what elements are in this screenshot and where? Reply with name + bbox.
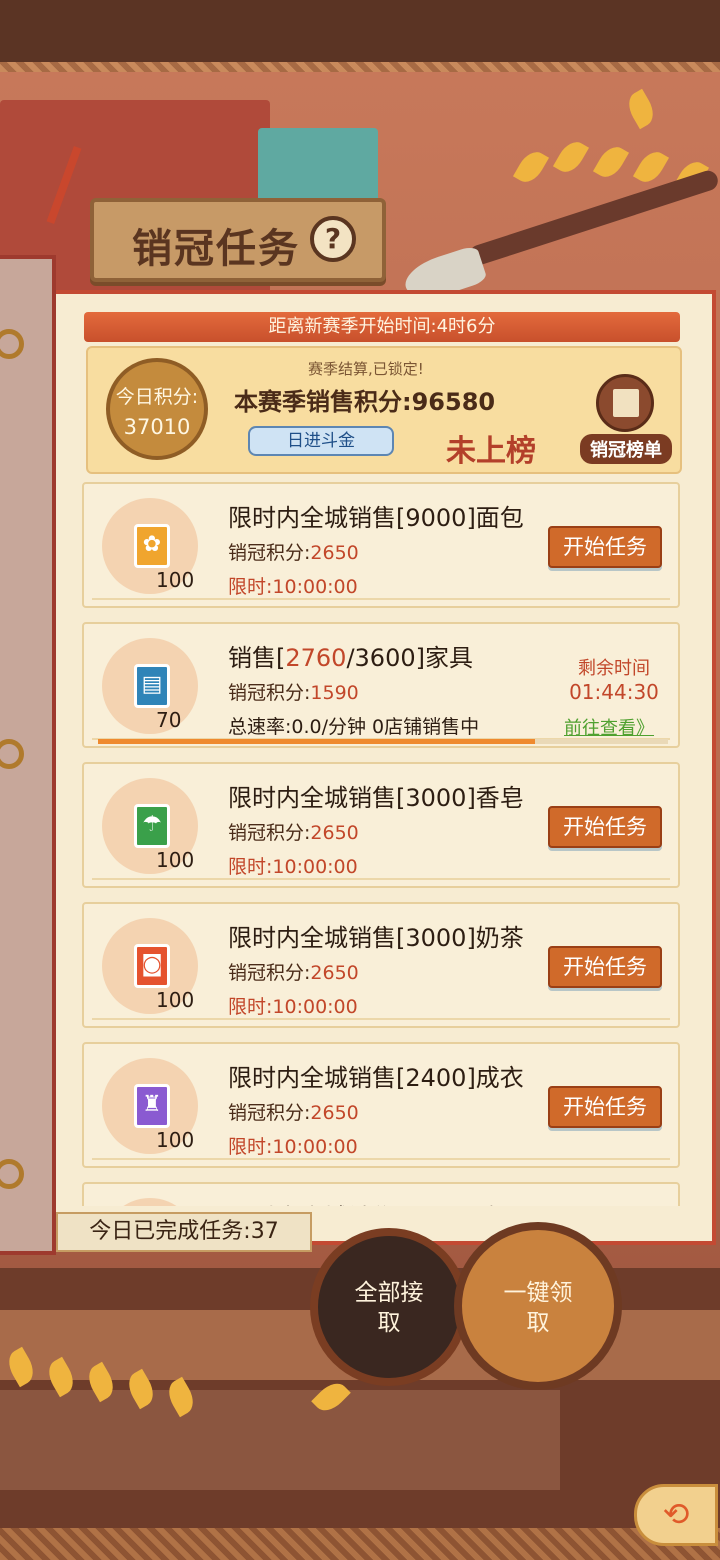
task-count: 100 bbox=[156, 988, 195, 1012]
task-title: 限时内全城销售[2400]鸡蛋 bbox=[228, 1198, 524, 1206]
task-card-partial: 限时内全城销售[2400]鸡蛋 bbox=[82, 1182, 680, 1206]
task-title-prefix: 销售[ bbox=[228, 644, 286, 672]
back-icon[interactable]: ⟲ bbox=[634, 1484, 718, 1546]
clothes-icon: ♜ bbox=[134, 1084, 170, 1128]
task-progress-fill bbox=[98, 739, 536, 744]
milk-tea-icon: ◙ bbox=[134, 944, 170, 988]
start-task-button[interactable]: 开始任务 bbox=[548, 1086, 662, 1128]
task-time-limit: 限时:10:00:00 bbox=[228, 1136, 358, 1158]
completed-tasks-counter: 今日已完成任务:37 bbox=[56, 1212, 312, 1252]
task-title-suffix: /3600]家具 bbox=[346, 644, 473, 672]
task-points-label: 销冠积分: bbox=[228, 542, 311, 564]
wheat-icon: ✿ bbox=[134, 524, 170, 568]
help-icon[interactable]: ? bbox=[310, 216, 356, 262]
task-count: 100 bbox=[156, 1128, 195, 1152]
accept-all-button[interactable]: 全部接取 bbox=[310, 1228, 468, 1386]
task-sales-rate: 总速率:0.0/分钟 0店铺销售中 bbox=[228, 716, 480, 738]
scroll-icon bbox=[596, 374, 654, 432]
task-title: 限时内全城销售[3000]奶茶 bbox=[228, 924, 524, 952]
rank-status: 未上榜 bbox=[446, 434, 536, 469]
remaining-time-label: 剩余时间 bbox=[578, 658, 650, 679]
task-points-value: 1590 bbox=[310, 682, 359, 704]
start-task-button[interactable]: 开始任务 bbox=[548, 806, 662, 848]
leaderboard-button-label: 销冠榜单 bbox=[580, 434, 672, 464]
task-points-value: 2650 bbox=[310, 822, 359, 844]
task-card: ✿ 100 限时内全城销售[9000]面包 销冠积分:2650 限时:10:00… bbox=[82, 482, 680, 608]
page-title: 销冠任务 bbox=[132, 226, 300, 272]
task-card: ♜ 100 限时内全城销售[2400]成衣 销冠积分:2650 限时:10:00… bbox=[82, 1042, 680, 1168]
task-points-value: 2650 bbox=[310, 1102, 359, 1124]
task-count: 100 bbox=[156, 568, 195, 592]
today-score-value: 37010 bbox=[123, 415, 191, 439]
binder-ring bbox=[0, 329, 24, 359]
task-title: 限时内全城销售[3000]香皂 bbox=[228, 784, 524, 812]
accept-all-label: 全部接取 bbox=[354, 1280, 424, 1336]
top-frame bbox=[0, 0, 720, 70]
task-progress-bar bbox=[98, 739, 668, 744]
task-points: 销冠积分:2650 bbox=[228, 818, 359, 845]
season-score: 本赛季销售积分:96580 bbox=[234, 388, 496, 416]
season-summary-panel: 今日积分: 37010 赛季结算,已锁定! 本赛季销售积分:96580 日进斗金… bbox=[86, 346, 682, 474]
decor-wood-board bbox=[0, 1390, 560, 1490]
task-points-label: 销冠积分: bbox=[228, 1102, 311, 1124]
task-points: 销冠积分:2650 bbox=[228, 958, 359, 985]
task-title: 限时内全城销售[2400]成衣 bbox=[228, 1064, 524, 1092]
claim-all-button[interactable]: 一键领取 bbox=[454, 1222, 622, 1390]
task-time-limit: 限时:10:00:00 bbox=[228, 996, 358, 1018]
task-icon-bg bbox=[102, 1198, 198, 1206]
task-card: ◙ 100 限时内全城销售[3000]奶茶 销冠积分:2650 限时:10:00… bbox=[82, 902, 680, 1028]
task-card: ☂ 100 限时内全城销售[3000]香皂 销冠积分:2650 限时:10:00… bbox=[82, 762, 680, 888]
leaderboard-button[interactable]: 销冠榜单 bbox=[580, 374, 672, 464]
title-plaque: 销冠任务 ? bbox=[90, 198, 386, 282]
task-points: 销冠积分:2650 bbox=[228, 538, 359, 565]
bottom-border-strip bbox=[0, 1528, 720, 1560]
binder-ring bbox=[0, 739, 24, 769]
remaining-time-value: 01:44:30 bbox=[569, 680, 659, 704]
task-time-limit: 限时:10:00:00 bbox=[228, 856, 358, 878]
today-score-label: 今日积分: bbox=[115, 386, 199, 408]
task-title: 销售[2760/3600]家具 bbox=[228, 638, 473, 673]
task-title: 限时内全城销售[9000]面包 bbox=[228, 504, 524, 532]
task-count: 100 bbox=[156, 848, 195, 872]
season-locked-text: 赛季结算,已锁定! bbox=[308, 360, 424, 378]
start-task-button[interactable]: 开始任务 bbox=[548, 526, 662, 568]
task-points-label: 销冠积分: bbox=[228, 962, 311, 984]
task-points: 销冠积分:2650 bbox=[228, 1098, 359, 1125]
task-points-label: 销冠积分: bbox=[228, 682, 311, 704]
go-view-link[interactable]: 前往查看》 bbox=[554, 714, 664, 740]
task-points-value: 2650 bbox=[310, 962, 359, 984]
binder-ring bbox=[0, 1159, 24, 1189]
task-points-label: 销冠积分: bbox=[228, 822, 311, 844]
task-card-active: ▤ 70 销售[2760/3600]家具 销冠积分:1590 总速率:0.0/分… bbox=[82, 622, 680, 748]
furniture-icon: ▤ bbox=[134, 664, 170, 708]
top-border-strip bbox=[0, 62, 720, 72]
task-list[interactable]: ✿ 100 限时内全城销售[9000]面包 销冠积分:2650 限时:10:00… bbox=[82, 482, 680, 1206]
task-points: 销冠积分:1590 bbox=[228, 678, 359, 705]
claim-all-label: 一键领取 bbox=[503, 1280, 573, 1336]
today-score-medal: 今日积分: 37010 bbox=[106, 358, 208, 460]
start-task-button[interactable]: 开始任务 bbox=[548, 946, 662, 988]
task-points-value: 2650 bbox=[310, 542, 359, 564]
task-time-limit: 限时:10:00:00 bbox=[228, 576, 358, 598]
book-binder bbox=[0, 255, 56, 1255]
task-title-progress: 2760 bbox=[285, 644, 347, 672]
title-badge: 日进斗金 bbox=[248, 426, 394, 456]
season-countdown: 距离新赛季开始时间:4时6分 bbox=[84, 312, 680, 342]
decor-teal-book bbox=[258, 128, 378, 208]
soap-icon: ☂ bbox=[134, 804, 170, 848]
task-count: 70 bbox=[156, 708, 182, 732]
